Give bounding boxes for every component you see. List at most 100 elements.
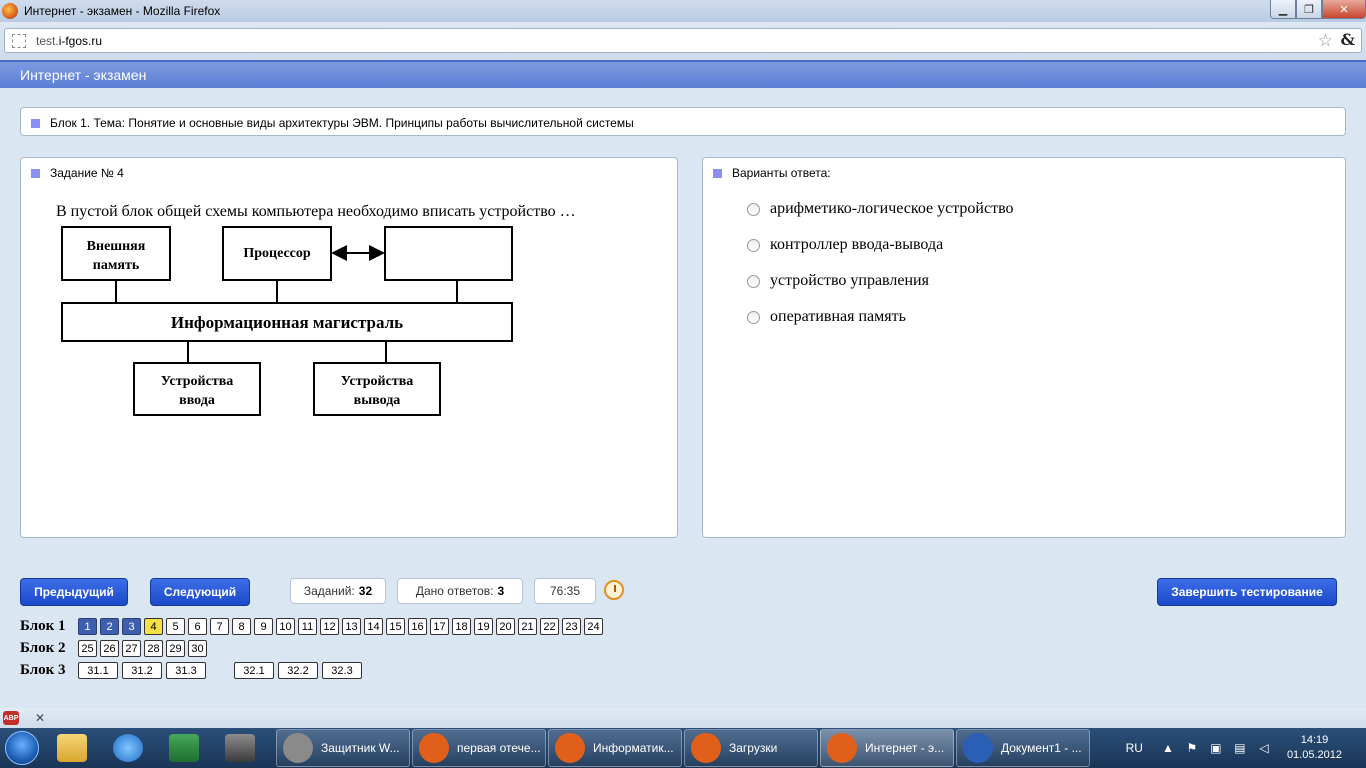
question-number-button[interactable]: 22 (540, 618, 559, 635)
maximize-button[interactable]: ❐ (1296, 0, 1322, 19)
question-number-button[interactable]: 9 (254, 618, 273, 635)
question-number-button[interactable]: 14 (364, 618, 383, 635)
app-icon (691, 733, 721, 763)
show-hidden-icons-icon[interactable]: ▲ (1161, 741, 1175, 755)
ie-pin[interactable] (100, 728, 156, 768)
question-number-button[interactable]: 15 (386, 618, 405, 635)
question-number-button[interactable]: 19 (474, 618, 493, 635)
adblock-icon[interactable]: ABP (3, 711, 19, 725)
radio-button[interactable] (747, 310, 760, 324)
question-number-button[interactable]: 32.2 (278, 662, 318, 679)
question-number-button[interactable]: 32.1 (234, 662, 274, 679)
radio-button[interactable] (747, 238, 760, 252)
question-label: Задание № 4 (50, 166, 124, 180)
answer-option[interactable]: арифметико-логическое устройство (747, 200, 1014, 218)
page-header: Интернет - экзамен (0, 60, 1366, 88)
question-number-button[interactable]: 27 (122, 640, 141, 657)
device-icon[interactable]: ▣ (1209, 741, 1223, 755)
question-number-button[interactable]: 8 (232, 618, 251, 635)
network-icon[interactable]: ▤ (1233, 741, 1247, 755)
question-number-button[interactable]: 31.2 (122, 662, 162, 679)
question-number-button[interactable]: 26 (100, 640, 119, 657)
windows-taskbar: Защитник W... первая отечe... Информатик..… (0, 728, 1366, 768)
question-number-button[interactable]: 25 (78, 640, 97, 657)
app-icon (419, 733, 449, 763)
taskbar-window-button[interactable]: первая отечe... (412, 729, 546, 767)
question-number-button[interactable]: 30 (188, 640, 207, 657)
question-number-button[interactable]: 31.3 (166, 662, 206, 679)
m-app-pin[interactable] (212, 728, 268, 768)
site-identity-icon[interactable] (12, 33, 26, 48)
url-bar[interactable]: test.i-fgos.ru ☆ & (4, 28, 1362, 53)
bookmark-star-icon[interactable]: ☆ (1318, 31, 1333, 51)
question-number-button[interactable]: 11 (298, 618, 317, 635)
taskbar-window-button[interactable]: Документ1 - ... (956, 729, 1090, 767)
block-1-row: Блок 1 1 2 3 4 5 6 7 8 9 10 11 12 13 14 15 16 17 18 19 20 21… (20, 618, 606, 635)
action-center-flag-icon[interactable]: ⚑ (1185, 741, 1199, 755)
question-number-button[interactable]: 6 (188, 618, 207, 635)
minimize-button[interactable]: ▁ (1270, 0, 1296, 19)
question-number-button[interactable]: 13 (342, 618, 361, 635)
taskbar-window-button[interactable]: Защитник W... (276, 729, 410, 767)
answer-option[interactable]: контроллер ввода-вывода (747, 236, 943, 254)
question-number-button[interactable]: 12 (320, 618, 339, 635)
question-number-button[interactable]: 3 (122, 618, 141, 635)
taskbar-window-button[interactable]: Загрузки (684, 729, 818, 767)
question-number-button[interactable]: 20 (496, 618, 515, 635)
exam-controls: Предыдущий Следующий Заданий: 32 Дано отв… (0, 558, 1366, 708)
question-number-button[interactable]: 23 (562, 618, 581, 635)
close-addon-bar-icon[interactable]: ✕ (35, 711, 45, 725)
question-number-button[interactable]: 29 (166, 640, 185, 657)
question-number-button[interactable]: 24 (584, 618, 603, 635)
question-number-button[interactable]: 7 (210, 618, 229, 635)
question-number-button[interactable]: 32.3 (322, 662, 362, 679)
bus-label: Информационная магистраль (171, 313, 403, 332)
question-number-button[interactable]: 28 (144, 640, 163, 657)
finish-test-button[interactable]: Завершить тестирование (1157, 578, 1337, 606)
question-number-button[interactable]: 2 (100, 618, 119, 635)
volume-muted-icon[interactable]: ◁ (1257, 741, 1271, 755)
svg-text:память: память (93, 258, 140, 273)
window-controls: ▁ ❐ ✕ (1270, 0, 1366, 19)
taskbar-window-label: первая отечe... (457, 741, 541, 755)
question-number-button[interactable]: 5 (166, 618, 185, 635)
explorer-pin[interactable] (44, 728, 100, 768)
app-icon (283, 733, 313, 763)
radio-button[interactable] (747, 202, 760, 216)
firefox-icon (2, 3, 18, 19)
answer-option[interactable]: устройство управления (747, 272, 929, 290)
question-number-button[interactable]: 31.1 (78, 662, 118, 679)
question-number-list: 32.1 32.2 32.3 (234, 662, 366, 679)
excel-pin[interactable] (156, 728, 212, 768)
previous-button[interactable]: Предыдущий (20, 578, 128, 606)
taskbar-window-button[interactable]: Интернет - э... (820, 729, 954, 767)
app-icon (963, 733, 993, 763)
question-number-button[interactable]: 4 (144, 618, 163, 635)
next-button[interactable]: Следующий (150, 578, 250, 606)
question-number-button[interactable]: 21 (518, 618, 537, 635)
window-title: Интернет - экзамен - Mozilla Firefox (24, 4, 221, 18)
question-number-button[interactable]: 17 (430, 618, 449, 635)
start-button[interactable] (0, 728, 44, 768)
svg-text:вывода: вывода (354, 393, 401, 408)
timer-box: 76:35 (534, 578, 596, 604)
question-number-button[interactable]: 18 (452, 618, 471, 635)
block-label: Блок 3 (20, 662, 66, 678)
addon-icon[interactable]: & (1341, 30, 1355, 49)
radio-button[interactable] (747, 274, 760, 288)
answer-option[interactable]: оперативная память (747, 308, 906, 326)
system-clock[interactable]: 14:19 01.05.2012 (1287, 733, 1342, 763)
url-text: test.i-fgos.ru (36, 33, 103, 48)
question-number-button[interactable]: 16 (408, 618, 427, 635)
taskbar-window-label: Загрузки (729, 741, 778, 755)
bullet-icon (713, 169, 722, 179)
question-number-button[interactable]: 10 (276, 618, 295, 635)
alarm-clock-icon (604, 580, 624, 600)
system-tray: RU ▲ ⚑ ▣ ▤ ◁ 14:19 01.05.2012 (1126, 728, 1366, 768)
navigation-toolbar: test.i-fgos.ru ☆ & (0, 22, 1366, 60)
taskbar-window-button[interactable]: Информатик... (548, 729, 682, 767)
question-number-button[interactable]: 1 (78, 618, 97, 635)
close-button[interactable]: ✕ (1322, 0, 1366, 19)
tasks-count-box: Заданий: 32 (290, 578, 386, 604)
language-indicator[interactable]: RU (1126, 741, 1143, 755)
